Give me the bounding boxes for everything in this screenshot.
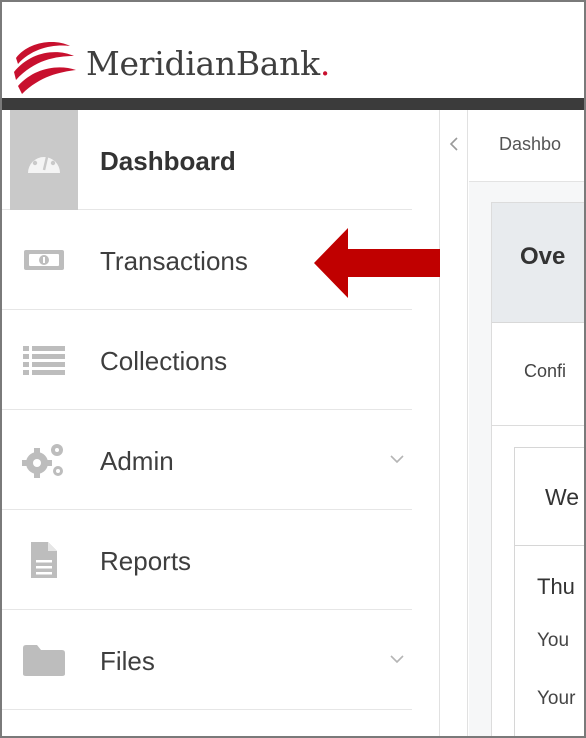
list-icon (23, 346, 65, 375)
header-bar (2, 98, 584, 110)
card-text: Your (537, 688, 576, 709)
sidebar-item-label: Collections (100, 346, 228, 376)
sidebar-collapse-column (440, 110, 468, 736)
sidebar-item-reports[interactable]: Reports (2, 510, 412, 610)
panel-header: Ove (492, 203, 584, 323)
red-arrow-icon (314, 228, 442, 298)
card-title: We (545, 484, 580, 510)
welcome-card: We Thu You Your (514, 447, 584, 736)
sidebar-item-dashboard[interactable]: Dashboard (2, 110, 412, 210)
main-content: Dashbo Ove Confi We Thu You Your (469, 110, 584, 736)
money-bill-icon (24, 250, 64, 270)
icon-cell (10, 310, 78, 410)
brand-name: MeridianBank. (86, 44, 330, 83)
folder-icon (23, 645, 65, 676)
breadcrumb[interactable]: Dashbo (499, 134, 561, 155)
brand-text: MeridianBank (86, 44, 320, 83)
gears-icon (22, 444, 63, 478)
sidebar-item-label: Dashboard (100, 146, 236, 176)
icon-cell (10, 210, 78, 310)
chevron-left-icon[interactable] (448, 136, 460, 152)
chevron-down-icon[interactable] (390, 654, 404, 664)
card-text: You (537, 630, 570, 651)
meridian-logo-icon[interactable] (10, 36, 78, 96)
sidebar: Dashboard Transactions Collections Admin… (2, 110, 440, 736)
panel-subtitle: Confi (524, 361, 567, 381)
app-window: MeridianBank. Dashboard Transactions Col… (0, 0, 586, 738)
card-header: We (515, 448, 584, 546)
dashboard-gauge-icon (28, 149, 60, 173)
overview-panel: Ove Confi We Thu You Your (491, 202, 584, 736)
chevron-down-icon[interactable] (390, 454, 404, 464)
panel-title: Ove (520, 243, 566, 270)
sidebar-item-admin[interactable]: Admin (2, 410, 412, 510)
icon-cell (10, 410, 78, 510)
sidebar-item-label: Admin (100, 446, 174, 476)
sidebar-item-label: Transactions (100, 246, 248, 276)
document-icon (31, 542, 57, 578)
icon-cell (10, 110, 78, 210)
sidebar-item-files[interactable]: Files (2, 610, 412, 710)
sidebar-item-label: Reports (100, 546, 192, 576)
icon-cell (10, 610, 78, 710)
breadcrumb-bar: Dashbo (469, 110, 584, 182)
icon-cell (10, 510, 78, 610)
sidebar-item-collections[interactable]: Collections (2, 310, 412, 410)
divider (492, 425, 584, 426)
sidebar-item-label: Files (100, 646, 155, 676)
card-date-text: Thu (537, 574, 575, 599)
brand-dot: . (319, 44, 331, 83)
app-header: MeridianBank. (2, 2, 584, 98)
